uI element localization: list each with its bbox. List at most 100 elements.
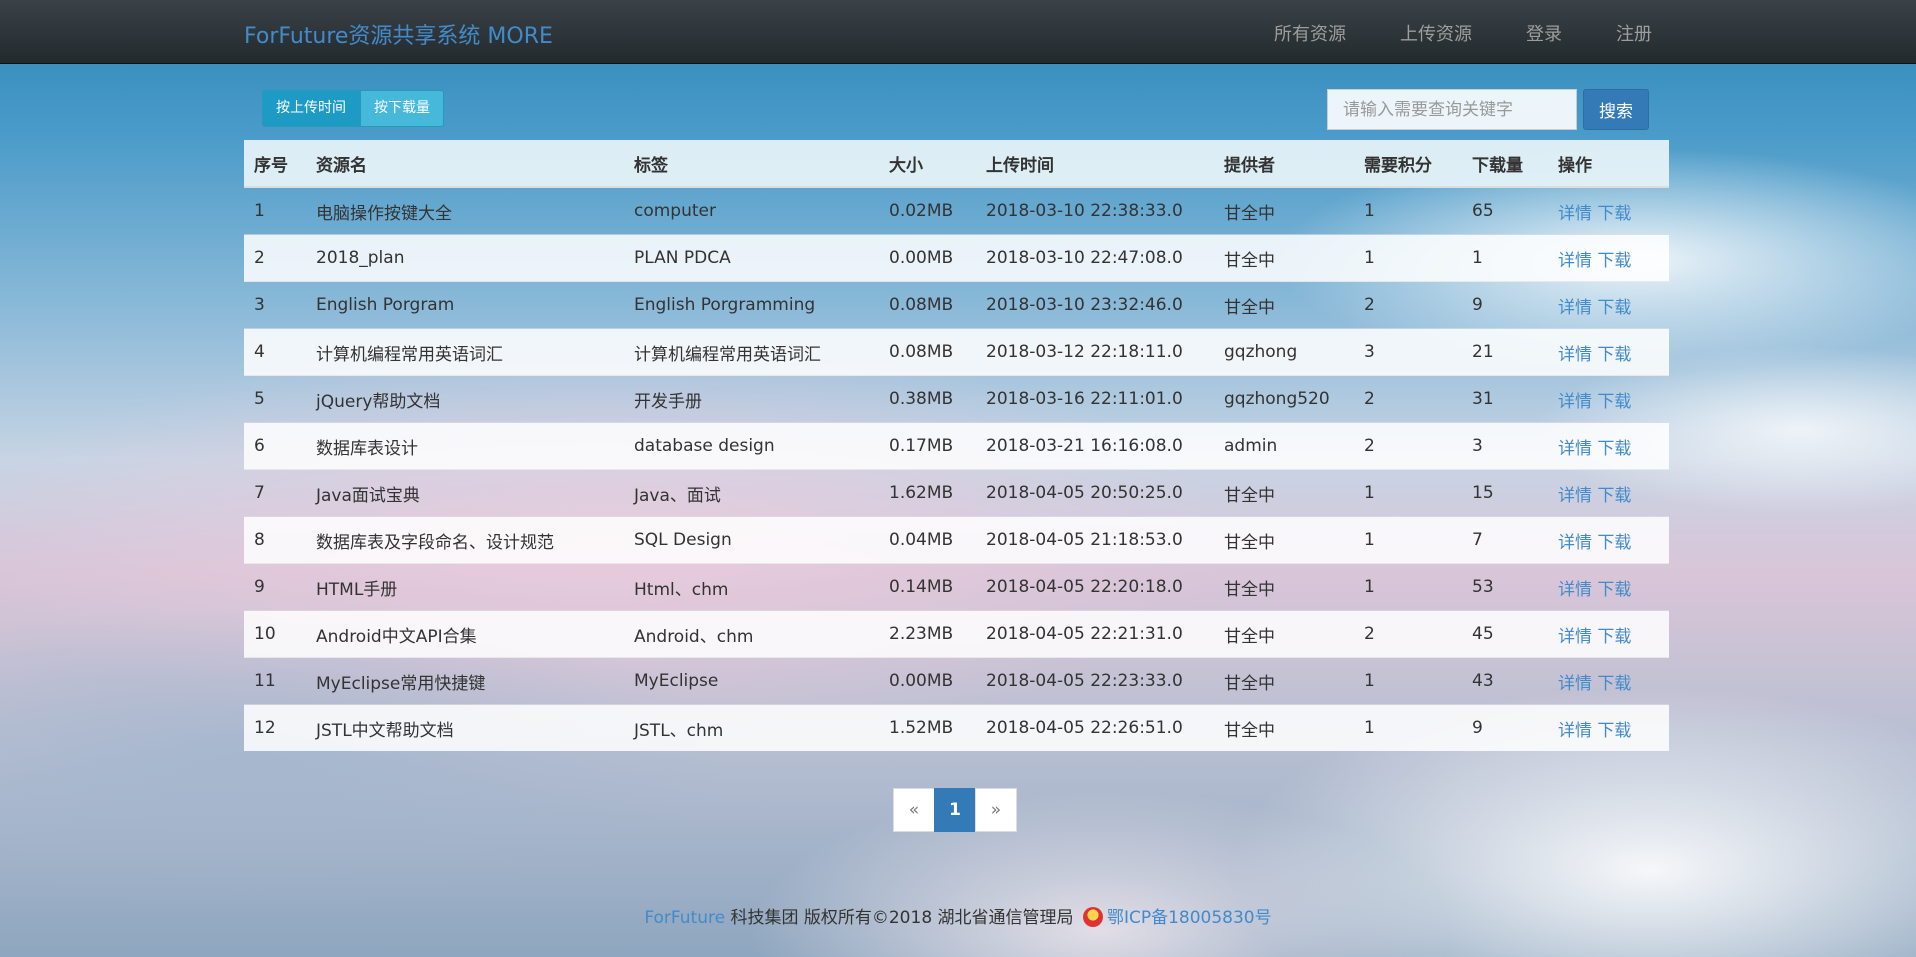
cell-downloads: 21 (1462, 328, 1548, 376)
nav-all-resources[interactable]: 所有资源 (1274, 20, 1346, 46)
sort-by-downloads-button[interactable]: 按下载量 (360, 90, 444, 127)
table-row: 10 Android中文API合集 Android、chm 2.23MB 201… (244, 610, 1669, 658)
detail-link[interactable]: 详情 (1558, 439, 1592, 459)
sort-by-upload-time-button[interactable]: 按上传时间 (262, 90, 360, 127)
cell-name: 2018_plan (306, 234, 624, 282)
detail-link[interactable]: 详情 (1558, 251, 1592, 271)
download-link[interactable]: 下载 (1597, 674, 1631, 694)
cell-size: 0.02MB (879, 186, 976, 235)
cell-size: 0.00MB (879, 657, 976, 705)
nav-links: 所有资源 上传资源 登录 注册 (1220, 20, 1652, 46)
cell-provider: 甘全中 (1214, 516, 1354, 564)
download-link[interactable]: 下载 (1597, 533, 1631, 553)
search-input[interactable] (1327, 89, 1577, 130)
cell-name: 数据库表及字段命名、设计规范 (306, 516, 624, 564)
nav-upload-resource[interactable]: 上传资源 (1400, 20, 1472, 46)
cell-points: 1 (1354, 469, 1462, 517)
cell-actions: 详情 下载 (1548, 234, 1669, 282)
nav-register[interactable]: 注册 (1616, 20, 1652, 46)
header-provider: 提供者 (1214, 140, 1354, 188)
table-row: 9 HTML手册 Html、chm 0.14MB 2018-04-05 22:2… (244, 563, 1669, 611)
cell-tag: Java、面试 (624, 469, 879, 517)
detail-link[interactable]: 详情 (1558, 627, 1592, 647)
detail-link[interactable]: 详情 (1558, 204, 1592, 224)
cell-actions: 详情 下载 (1548, 281, 1669, 329)
download-link[interactable]: 下载 (1597, 627, 1631, 647)
cell-no: 11 (244, 657, 306, 705)
cell-actions: 详情 下载 (1548, 186, 1669, 235)
detail-link[interactable]: 详情 (1558, 580, 1592, 600)
header-points: 需要积分 (1354, 140, 1462, 188)
nav-login[interactable]: 登录 (1526, 20, 1562, 46)
cell-actions: 详情 下载 (1548, 422, 1669, 470)
cell-points: 1 (1354, 657, 1462, 705)
cell-upload-time: 2018-04-05 21:18:53.0 (976, 516, 1214, 564)
header-name: 资源名 (306, 140, 624, 188)
detail-link[interactable]: 详情 (1558, 345, 1592, 365)
header-actions: 操作 (1548, 140, 1669, 188)
pagination-prev[interactable]: « (893, 788, 935, 832)
cell-size: 0.38MB (879, 375, 976, 423)
detail-link[interactable]: 详情 (1558, 721, 1592, 741)
cell-upload-time: 2018-04-05 22:26:51.0 (976, 704, 1214, 751)
cell-actions: 详情 下载 (1548, 328, 1669, 376)
table-row: 7 Java面试宝典 Java、面试 1.62MB 2018-04-05 20:… (244, 469, 1669, 517)
cell-no: 6 (244, 422, 306, 470)
cell-points: 2 (1354, 610, 1462, 658)
download-link[interactable]: 下载 (1597, 486, 1631, 506)
sort-button-group: 按上传时间 按下载量 (262, 90, 444, 127)
cell-provider: 甘全中 (1214, 657, 1354, 705)
detail-link[interactable]: 详情 (1558, 533, 1592, 553)
cell-downloads: 65 (1462, 186, 1548, 235)
cell-provider: 甘全中 (1214, 563, 1354, 611)
cell-size: 1.62MB (879, 469, 976, 517)
cell-size: 0.08MB (879, 281, 976, 329)
cell-downloads: 3 (1462, 422, 1548, 470)
pagination-next[interactable]: » (975, 788, 1017, 832)
cell-upload-time: 2018-04-05 22:20:18.0 (976, 563, 1214, 611)
cell-size: 0.00MB (879, 234, 976, 282)
cell-points: 2 (1354, 375, 1462, 423)
cell-points: 1 (1354, 186, 1462, 235)
footer-icp-link[interactable]: 鄂ICP备18005830号 (1107, 908, 1272, 928)
resource-table: 序号 资源名 标签 大小 上传时间 提供者 需要积分 下载量 操作 1 电脑操作… (244, 140, 1669, 751)
cell-points: 2 (1354, 422, 1462, 470)
cell-name: Java面试宝典 (306, 469, 624, 517)
cell-points: 1 (1354, 563, 1462, 611)
download-link[interactable]: 下载 (1597, 204, 1631, 224)
search-button[interactable]: 搜索 (1583, 89, 1649, 130)
police-badge-icon (1082, 907, 1103, 927)
table-row: 11 MyEclipse常用快捷键 MyEclipse 0.00MB 2018-… (244, 657, 1669, 705)
download-link[interactable]: 下载 (1597, 580, 1631, 600)
cell-tag: Html、chm (624, 563, 879, 611)
download-link[interactable]: 下载 (1597, 251, 1631, 271)
download-link[interactable]: 下载 (1597, 439, 1631, 459)
footer-brand-link[interactable]: ForFuture (644, 908, 725, 928)
cell-upload-time: 2018-03-12 22:18:11.0 (976, 328, 1214, 376)
table-row: 6 数据库表设计 database design 0.17MB 2018-03-… (244, 422, 1669, 470)
download-link[interactable]: 下载 (1597, 345, 1631, 365)
cell-provider: 甘全中 (1214, 281, 1354, 329)
cell-tag: computer (624, 186, 879, 235)
brand-link[interactable]: ForFuture资源共享系统 MORE (244, 18, 553, 50)
cell-size: 0.14MB (879, 563, 976, 611)
table-row: 4 计算机编程常用英语词汇 计算机编程常用英语词汇 0.08MB 2018-03… (244, 328, 1669, 376)
detail-link[interactable]: 详情 (1558, 392, 1592, 412)
table-row: 2 2018_plan PLAN PDCA 0.00MB 2018-03-10 … (244, 234, 1669, 282)
download-link[interactable]: 下载 (1597, 392, 1631, 412)
cell-downloads: 9 (1462, 281, 1548, 329)
detail-link[interactable]: 详情 (1558, 674, 1592, 694)
download-link[interactable]: 下载 (1597, 721, 1631, 741)
pagination-page-current[interactable]: 1 (934, 788, 976, 832)
cell-name: jQuery帮助文档 (306, 375, 624, 423)
download-link[interactable]: 下载 (1597, 298, 1631, 318)
cell-downloads: 7 (1462, 516, 1548, 564)
detail-link[interactable]: 详情 (1558, 298, 1592, 318)
cell-upload-time: 2018-04-05 20:50:25.0 (976, 469, 1214, 517)
cell-downloads: 31 (1462, 375, 1548, 423)
table-row: 1 电脑操作按键大全 computer 0.02MB 2018-03-10 22… (244, 186, 1669, 235)
cell-actions: 详情 下载 (1548, 610, 1669, 658)
cell-no: 3 (244, 281, 306, 329)
header-upload-time: 上传时间 (976, 140, 1214, 188)
detail-link[interactable]: 详情 (1558, 486, 1592, 506)
